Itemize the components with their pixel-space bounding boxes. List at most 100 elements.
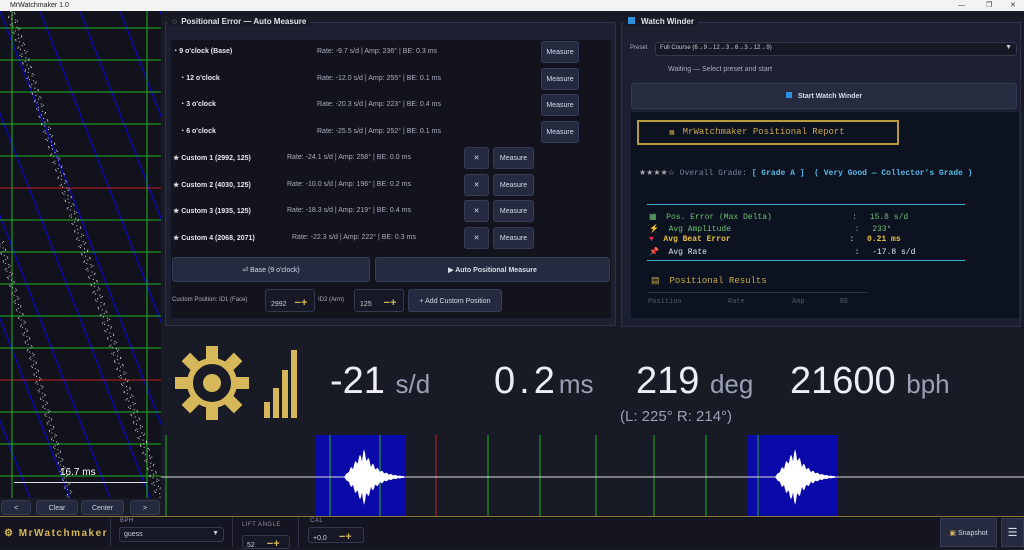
auto-measure-button[interactable]: ▶ Auto Positional Measure <box>375 257 610 282</box>
position-label: ◔ 12 o'clock <box>180 75 220 82</box>
custom-position-row: ★ Custom 2 (4030, 125) Rate: -10.0 s/d |… <box>172 174 612 196</box>
bph-label: BPH <box>120 518 134 524</box>
report-view: ▦MrWatchmaker Positional Report ★★★★☆ Ov… <box>631 112 1019 318</box>
stepper-icon[interactable]: −+ <box>295 297 308 309</box>
minimize-button[interactable]: — <box>958 0 965 11</box>
position-stats: Rate: -12.0 s/d | Amp: 255° | BE: 0.1 ms <box>317 75 441 82</box>
cal-field[interactable]: +0.0−+ <box>308 527 364 543</box>
id1-field[interactable]: 2992 −+ <box>265 289 315 312</box>
timegrapher-trace[interactable] <box>0 11 161 498</box>
clear-button[interactable]: Clear <box>36 500 78 515</box>
report-metric: ⚡ Avg Amplitude: 233° <box>649 224 891 234</box>
position-stats: Rate: -18.3 s/d | Amp: 219° | BE: 0.4 ms <box>287 207 411 214</box>
trace-diagonal <box>0 11 70 498</box>
maximize-button[interactable]: ❐ <box>986 0 992 11</box>
custom-position-row: ★ Custom 3 (1935, 125) Rate: -18.3 s/d |… <box>172 200 612 222</box>
position-label: ★ Custom 2 (4030, 125) <box>173 181 251 189</box>
stepper-icon[interactable]: −+ <box>267 538 280 550</box>
stepper-icon[interactable]: −+ <box>339 531 352 543</box>
winder-status: Waiting — Select preset and start <box>668 66 772 73</box>
gear-icon: ⚙ <box>4 528 14 539</box>
rate-readout: -21 s/d <box>330 360 430 403</box>
measure-button[interactable]: Measure <box>493 147 534 169</box>
center-button[interactable]: Center <box>81 500 124 515</box>
position-row: ◔ 9 o'clock (Base) Rate: -9.7 s/d | Amp:… <box>172 41 612 63</box>
position-stats: Rate: -10.0 s/d | Amp: 196° | BE: 0.2 ms <box>287 181 411 188</box>
divider <box>647 260 965 261</box>
metric-icon: ♥ <box>649 235 654 244</box>
preset-select[interactable]: Full Course (6→9→12→3→6→3→12→9)▼ <box>655 42 1017 56</box>
clipboard-icon: ▤ <box>651 276 660 286</box>
winder-icon <box>628 17 635 24</box>
chevron-down-icon: ▼ <box>212 530 219 537</box>
camera-icon: ▣ <box>949 530 956 537</box>
bph-select[interactable]: guess▼ <box>119 527 224 542</box>
dice-icon: ▦ <box>669 129 675 136</box>
report-metric: ▦ Pos. Error (Max Delta): 15.8 s/d <box>649 212 908 222</box>
menu-button[interactable]: ☰ <box>1001 518 1024 547</box>
beat-error-readout: 0.2ms <box>494 360 594 403</box>
amplitude-readout: 219 deg <box>636 360 753 403</box>
snapshot-button[interactable]: ▣ Snapshot <box>940 518 997 547</box>
measure-button[interactable]: Measure <box>541 41 579 63</box>
position-stats: Rate: -24.1 s/d | Amp: 258° | BE: 0.0 ms <box>287 154 411 161</box>
scroll-left-button[interactable]: < <box>1 500 31 515</box>
position-label: ◔ 9 o'clock (Base) <box>173 48 232 55</box>
trace-diagonal <box>0 11 161 498</box>
report-header: ▦MrWatchmaker Positional Report <box>637 120 899 145</box>
position-stats: Rate: -9.7 s/d | Amp: 236° | BE: 0.3 ms <box>317 48 437 55</box>
custom-position-label: Custom Position: ID1 (Face) <box>172 297 247 303</box>
bph-readout: 21600 bph <box>790 360 950 403</box>
close-button[interactable]: ✕ <box>1010 0 1016 11</box>
scale-label: 16.7 ms <box>60 467 96 478</box>
position-label: ★ Custom 1 (2992, 125) <box>173 154 251 162</box>
winder-title: Watch Winder <box>624 17 698 26</box>
measure-button[interactable]: Measure <box>493 174 534 196</box>
position-label: ★ Custom 3 (1935, 125) <box>173 207 251 215</box>
cal-label: CAL <box>310 518 323 524</box>
remove-button[interactable]: ✕ <box>464 227 489 249</box>
position-stats: Rate: -20.3 s/d | Amp: 223° | BE: 0.4 ms <box>317 101 441 108</box>
clock-icon: ◔ <box>180 128 184 135</box>
custom-position-row: ★ Custom 1 (2992, 125) Rate: -24.1 s/d |… <box>172 147 612 169</box>
scale-bar <box>14 482 147 483</box>
amplitude-detail: (L: 225° R: 214°) <box>620 408 732 425</box>
measure-button[interactable]: Measure <box>541 121 579 143</box>
position-label: ◔ 3 o'clock <box>180 101 216 108</box>
winder-icon <box>786 92 792 98</box>
preset-label: Preset <box>630 45 647 51</box>
remove-button[interactable]: ✕ <box>464 147 489 169</box>
measure-button[interactable]: Measure <box>541 68 579 90</box>
metric-icon: 📌 <box>649 248 659 257</box>
trace-diagonal <box>40 11 161 498</box>
measure-button[interactable]: Measure <box>541 94 579 116</box>
scroll-right-button[interactable]: > <box>130 500 160 515</box>
lift-angle-label: LIFT ANGLE <box>242 522 281 528</box>
remove-button[interactable]: ✕ <box>464 174 489 196</box>
trace-diagonal <box>0 11 150 498</box>
divider <box>648 292 868 293</box>
report-metric: 📌 Avg Rate: -17.8 s/d <box>649 247 915 257</box>
measure-button[interactable]: Measure <box>493 200 534 222</box>
divider <box>232 517 233 547</box>
start-winder-button[interactable]: Start Watch Winder <box>631 83 1017 109</box>
add-custom-position-button[interactable]: + Add Custom Position <box>408 289 502 312</box>
gear-icon <box>172 343 252 423</box>
chevron-down-icon: ▼ <box>1005 44 1012 51</box>
clock-icon: ◔ <box>180 75 184 82</box>
title-bar: MrWatchmaker 1.0 — ❐ ✕ <box>0 0 1024 11</box>
id2-field[interactable]: 125 −+ <box>354 289 404 312</box>
measure-button[interactable]: Measure <box>493 227 534 249</box>
divider <box>647 204 965 205</box>
stepper-icon[interactable]: −+ <box>384 297 397 309</box>
clock-icon: ◔ <box>173 48 177 55</box>
signal-strength-icon <box>262 348 298 420</box>
waveform-view <box>161 435 1024 517</box>
brand: ⚙ MrWatchmaker <box>4 528 108 539</box>
position-row: ◔ 6 o'clock Rate: -25.5 s/d | Amp: 252° … <box>172 121 612 143</box>
base-button[interactable]: ⏎ Base (9 o'clock) <box>172 257 370 282</box>
results-title: ▤Positional Results <box>651 276 767 286</box>
remove-button[interactable]: ✕ <box>464 200 489 222</box>
position-row: ◔ 3 o'clock Rate: -20.3 s/d | Amp: 223° … <box>172 94 612 116</box>
position-label: ★ Custom 4 (2068, 2071) <box>173 234 255 242</box>
